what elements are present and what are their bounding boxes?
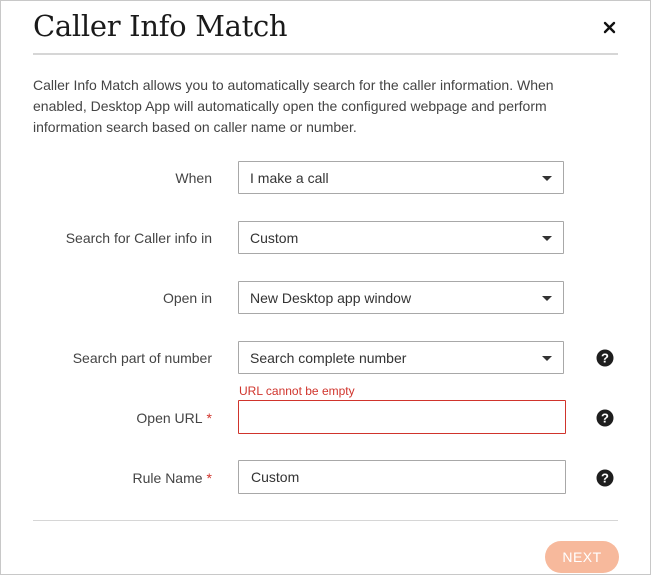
help-icon: ? [596, 409, 614, 427]
open-url-error: URL cannot be empty [239, 384, 355, 398]
when-select[interactable]: I make a call [238, 161, 564, 194]
rule-name-label: Rule Name * [133, 470, 212, 486]
required-mark: * [206, 410, 212, 426]
footer-divider [33, 520, 618, 521]
caller-info-match-dialog: Caller Info Match Caller Info Match allo… [0, 0, 651, 575]
open-url-label-text: Open URL [136, 410, 203, 426]
svg-text:?: ? [601, 411, 609, 426]
open-in-label: Open in [163, 290, 212, 306]
search-in-label-text: Search for Caller info in [65, 230, 212, 246]
chevron-down-icon [542, 356, 552, 361]
title-divider [33, 53, 618, 55]
svg-text:?: ? [601, 471, 609, 486]
help-icon: ? [596, 349, 614, 367]
svg-text:?: ? [601, 351, 609, 366]
open-in-select-value: New Desktop app window [250, 290, 412, 306]
rule-name-input[interactable] [238, 460, 566, 494]
chevron-down-icon [542, 236, 552, 241]
open-in-select[interactable]: New Desktop app window [238, 281, 564, 314]
search-part-select[interactable]: Search complete number [238, 341, 564, 374]
close-icon [603, 21, 616, 34]
chevron-down-icon [542, 176, 552, 181]
open-url-input[interactable] [238, 400, 566, 434]
description-text: Caller Info Match allows you to automati… [33, 77, 554, 135]
open-in-label-text: Open in [162, 290, 212, 306]
search-in-select[interactable]: Custom [238, 221, 564, 254]
when-select-value: I make a call [250, 170, 329, 186]
rule-name-label-text: Rule Name [132, 470, 203, 486]
required-mark: * [206, 470, 212, 486]
help-icon: ? [596, 469, 614, 487]
search-part-label: Search part of number [73, 350, 212, 366]
chevron-down-icon [542, 296, 552, 301]
search-in-select-value: Custom [250, 230, 299, 246]
next-button[interactable]: NEXT [545, 541, 619, 573]
close-button[interactable] [600, 17, 620, 37]
open-url-label: Open URL * [136, 410, 212, 426]
when-label: When [175, 170, 212, 186]
search-part-label-text: Search part of number [72, 350, 212, 366]
dialog-title: Caller Info Match [33, 9, 288, 43]
open-url-help-button[interactable]: ? [596, 409, 614, 427]
search-in-label: Search for Caller info in [66, 230, 212, 246]
search-part-help-button[interactable]: ? [596, 349, 614, 367]
rule-name-help-button[interactable]: ? [596, 469, 614, 487]
when-label-text: When [175, 170, 212, 186]
search-part-select-value: Search complete number [250, 350, 407, 366]
